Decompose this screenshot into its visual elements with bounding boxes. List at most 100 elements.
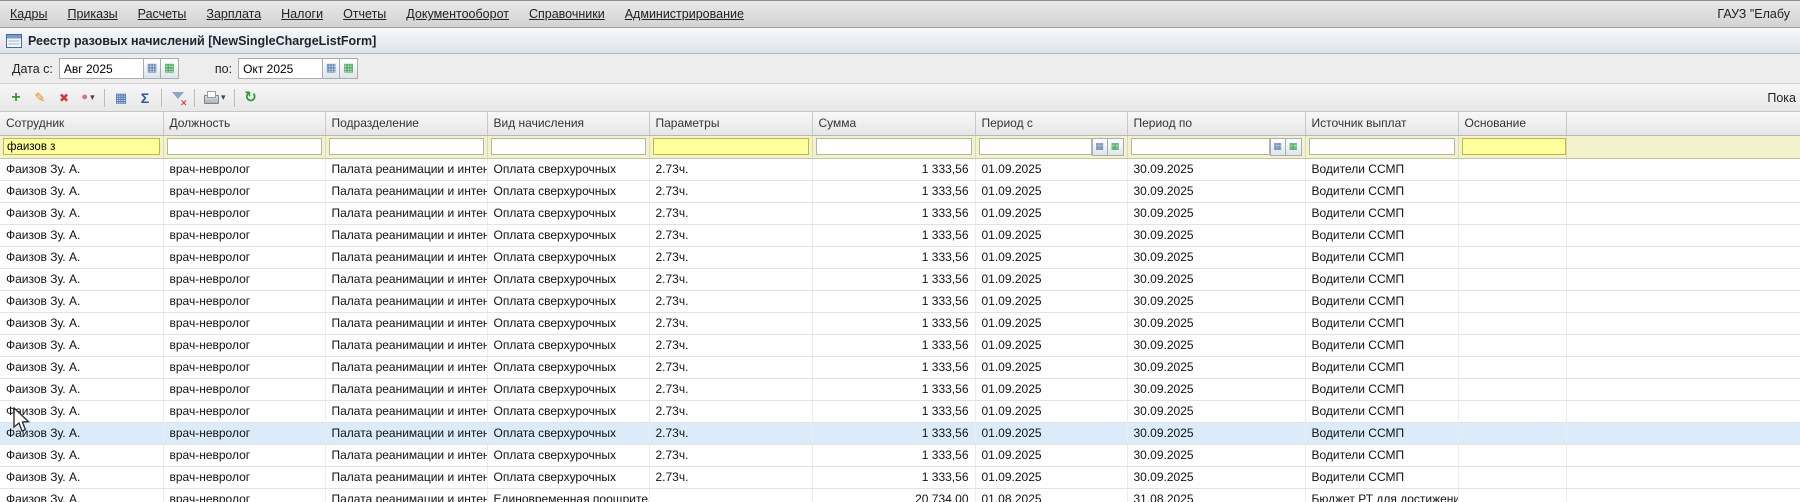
table-cell: 01.09.2025 — [975, 356, 1128, 379]
filter-input[interactable] — [1461, 138, 1566, 155]
table-row[interactable]: Фаизов Зу. А. врач-невролог Палата реанима… — [0, 202, 1800, 225]
column-header[interactable]: Вид начисления — [487, 112, 650, 136]
filter-date-dropdown-button[interactable]: ▦ — [1091, 137, 1108, 156]
table-row[interactable]: Фаизов Зу. А. врач-невролог Палата реанима… — [0, 400, 1800, 423]
date-from-calendar-button[interactable]: ▦ — [160, 58, 179, 79]
table-row[interactable]: Фаизов Зу. А. врач-невролог Палата реанима… — [0, 356, 1800, 379]
print-button[interactable]: ▾ — [199, 87, 230, 109]
date-to-input[interactable] — [238, 58, 323, 79]
filter-input[interactable] — [1130, 138, 1270, 155]
table-row[interactable]: Фаизов Зу. А. врач-невролог Палата реанима… — [0, 180, 1800, 203]
clear-filter-icon — [171, 91, 188, 108]
delete-button[interactable]: ✖ — [52, 87, 76, 109]
table-row[interactable]: Фаизов Зу. А. врач-невролог Палата реанима… — [0, 312, 1800, 335]
table-row[interactable]: Фаизов Зу. А. врач-невролог Палата реанима… — [0, 158, 1800, 181]
table-body: Фаизов Зу. А. врач-невролог Палата реанима… — [0, 158, 1800, 502]
table-cell: 1 333,56 — [812, 312, 976, 335]
filter-input[interactable] — [1308, 138, 1455, 155]
filter-input[interactable] — [652, 138, 809, 155]
menu-item[interactable]: Справочники — [529, 7, 605, 21]
date-to-calendar-button[interactable]: ▦ — [340, 58, 359, 79]
column-header[interactable]: Основание — [1458, 112, 1567, 136]
table-cell: Палата реанимации и интенсивн... — [325, 488, 488, 502]
menu-item[interactable]: Администрирование — [625, 7, 744, 21]
table-cell — [1458, 334, 1567, 357]
date-from-input[interactable] — [58, 58, 143, 79]
filter-cell[interactable] — [649, 135, 813, 159]
table-cell: врач-невролог — [163, 312, 326, 335]
filter-cell[interactable] — [487, 135, 650, 159]
menu-item[interactable]: Кадры — [10, 7, 47, 21]
menu-item[interactable]: Зарплата — [206, 7, 261, 21]
table-row[interactable]: Фаизов Зу. А. врач-невролог Палата реанима… — [0, 268, 1800, 291]
filter-input[interactable] — [490, 138, 646, 155]
table-row[interactable]: Фаизов Зу. А. врач-невролог Палата реанима… — [0, 246, 1800, 269]
operations-button[interactable]: ● ▾ — [76, 87, 100, 109]
column-header[interactable] — [1566, 112, 1800, 136]
app-window: Кадры Приказы Расчеты Зарплата Налоги Отчеты Д… — [0, 0, 1800, 502]
table-cell: Водители ССМП — [1305, 312, 1459, 335]
filter-cell[interactable] — [325, 135, 488, 159]
table-row[interactable]: Фаизов Зу. А. врач-невролог Палата реанима… — [0, 422, 1800, 445]
table-row[interactable]: Фаизов Зу. А. врач-невролог Палата реанима… — [0, 224, 1800, 247]
column-header[interactable]: Источник выплат — [1305, 112, 1459, 136]
date-from-editor: ▦ ▦ — [58, 58, 179, 79]
filter-cell[interactable] — [0, 135, 164, 159]
menu-item[interactable]: Налоги — [281, 7, 323, 21]
filter-input[interactable] — [3, 138, 160, 155]
table-cell — [1566, 400, 1800, 423]
column-header[interactable]: Сотрудник — [0, 112, 164, 136]
column-header[interactable]: Период с — [975, 112, 1128, 136]
filter-input[interactable] — [166, 138, 322, 155]
table-row[interactable]: Фаизов Зу. А. врач-невролог Палата реанима… — [0, 444, 1800, 467]
filter-cell[interactable] — [1305, 135, 1459, 159]
columns-button[interactable]: ▦ — [109, 87, 133, 109]
filter-input[interactable] — [815, 138, 972, 155]
table-cell: 30.09.2025 — [1127, 312, 1306, 335]
sum-button[interactable]: Σ — [133, 87, 157, 109]
columns-icon: ▦ — [114, 90, 128, 105]
table-row[interactable]: Фаизов Зу. А. врач-невролог Палата реанима… — [0, 290, 1800, 313]
table-row[interactable]: Фаизов Зу. А. врач-невролог Палата реанима… — [0, 378, 1800, 401]
toolbar-separator — [194, 88, 195, 107]
edit-button[interactable]: ✎ — [28, 87, 52, 109]
column-header[interactable]: Сумма — [812, 112, 976, 136]
clear-filter-button[interactable] — [166, 87, 190, 109]
table-cell: Палата реанимации и интенсивн... — [325, 202, 488, 225]
table-cell: Водители ССМП — [1305, 334, 1459, 357]
column-header[interactable]: Параметры — [649, 112, 813, 136]
filter-date-calendar-button[interactable]: ▦ — [1107, 137, 1124, 156]
table-cell: Оплата сверхурочных — [487, 378, 650, 401]
table-row[interactable]: Фаизов Зу. А. врач-невролог Палата реанима… — [0, 466, 1800, 489]
filter-cell[interactable] — [163, 135, 326, 159]
table-cell: врач-невролог — [163, 378, 326, 401]
menu-item[interactable]: Приказы — [67, 7, 117, 21]
refresh-button[interactable]: ↻ — [239, 87, 263, 109]
date-from-dropdown-button[interactable]: ▦ — [142, 58, 161, 79]
filter-input[interactable] — [978, 138, 1092, 155]
table-row[interactable]: Фаизов Зу. А. врач-невролог Палата реанима… — [0, 334, 1800, 357]
column-header[interactable]: Подразделение — [325, 112, 488, 136]
filter-date-dropdown-button[interactable]: ▦ — [1269, 137, 1286, 156]
column-header[interactable]: Период по — [1127, 112, 1306, 136]
toolbar-right-label[interactable]: Пока — [1767, 91, 1796, 105]
column-header[interactable]: Должность — [163, 112, 326, 136]
date-from-label: Дата с: — [12, 61, 53, 76]
table-cell: Оплата сверхурочных — [487, 466, 650, 489]
table-cell — [1566, 312, 1800, 335]
filter-cell[interactable] — [1458, 135, 1567, 159]
filter-date-calendar-button[interactable]: ▦ — [1285, 137, 1302, 156]
table-cell: Водители ССМП — [1305, 202, 1459, 225]
date-to-dropdown-button[interactable]: ▦ — [322, 58, 341, 79]
filter-input[interactable] — [328, 138, 484, 155]
filter-cell[interactable] — [812, 135, 976, 159]
table-row[interactable]: Фаизов Зу. А. врач-невролог Палата реанима… — [0, 488, 1800, 502]
menu-item[interactable]: Документооборот — [406, 7, 509, 21]
menu-item[interactable]: Расчеты — [138, 7, 187, 21]
add-button[interactable]: + — [4, 87, 28, 109]
filter-cell[interactable]: ▦ ▦ — [1127, 135, 1306, 159]
menu-item[interactable]: Отчеты — [343, 7, 386, 21]
table-cell: 1 333,56 — [812, 466, 976, 489]
filter-cell[interactable]: ▦ ▦ — [975, 135, 1128, 159]
table-cell: Оплата сверхурочных — [487, 180, 650, 203]
